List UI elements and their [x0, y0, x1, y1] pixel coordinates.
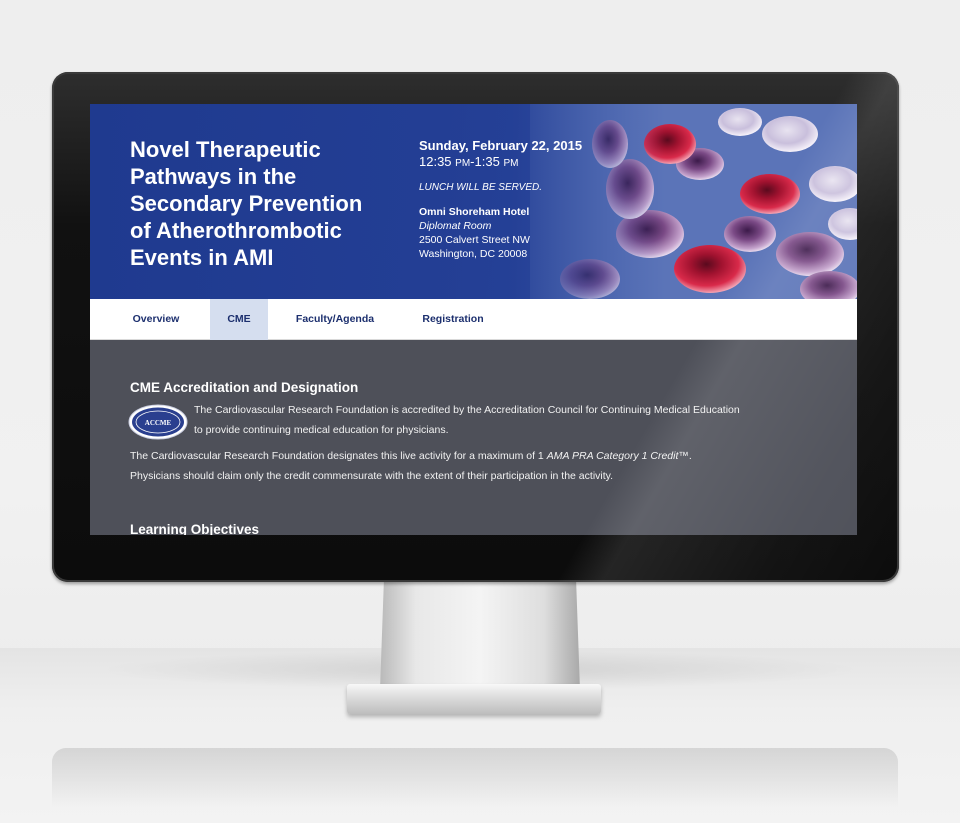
accreditation-line: to provide continuing medical education …	[194, 424, 449, 436]
event-time-end: 1:35	[474, 154, 500, 169]
lunch-note: LUNCH WILL BE SERVED.	[419, 182, 543, 193]
accme-logo-text: ACCME	[145, 419, 172, 427]
designation-post: ™.	[678, 450, 692, 462]
event-time: 12:35 PM-1:35 PM	[419, 154, 679, 172]
designation-line: The Cardiovascular Research Foundation d…	[130, 446, 692, 466]
accreditation-line: The Cardiovascular Research Foundation i…	[194, 404, 740, 416]
tab-overview[interactable]: Overview	[120, 299, 192, 340]
venue-name: Omni Shoreham Hotel	[419, 206, 530, 218]
monitor-reflection	[52, 748, 898, 808]
event-time-start: 12:35	[419, 154, 452, 169]
event-title-line: of Atherothrombotic	[130, 218, 342, 243]
monitor-stand-neck	[380, 578, 580, 690]
event-details: Sunday, February 22, 2015 12:35 PM-1:35 …	[419, 138, 679, 261]
event-title-line: Pathways in the	[130, 164, 297, 189]
cme-heading: CME Accreditation and Designation	[130, 380, 359, 395]
monitor-screen: Novel Therapeutic Pathways in the Second…	[90, 104, 857, 535]
event-title-line: Events in AMI	[130, 245, 274, 270]
designation-pre: The Cardiovascular Research Foundation d…	[130, 450, 547, 462]
venue-city: Washington, DC 20008	[419, 248, 528, 260]
designation-line: Physicians should claim only the credit …	[130, 470, 614, 482]
event-title-line: Secondary Prevention	[130, 191, 363, 216]
event-time-start-suffix: PM	[455, 158, 471, 169]
event-date: Sunday, February 22, 2015	[419, 138, 583, 153]
venue-street: 2500 Calvert Street NW	[419, 234, 530, 246]
credit-name: AMA PRA Category 1 Credit	[546, 450, 679, 462]
tab-faculty-agenda[interactable]: Faculty/Agenda	[284, 299, 386, 340]
venue-room: Diplomat Room	[419, 220, 492, 232]
main-nav: Overview CME Faculty/Agenda Registration	[90, 299, 857, 340]
event-title: Novel Therapeutic Pathways in the Second…	[130, 136, 400, 271]
tab-registration[interactable]: Registration	[408, 299, 498, 340]
cme-content: CME Accreditation and Designation ACCME …	[90, 340, 857, 535]
hero-banner: Novel Therapeutic Pathways in the Second…	[90, 104, 857, 299]
designation-text: The Cardiovascular Research Foundation d…	[130, 446, 692, 486]
accreditation-text: The Cardiovascular Research Foundation i…	[194, 400, 740, 440]
accme-logo-icon: ACCME	[128, 404, 188, 440]
monitor-stand-base	[347, 684, 601, 714]
event-time-end-suffix: PM	[503, 158, 519, 169]
event-title-line: Novel Therapeutic	[130, 137, 321, 162]
learning-objectives-heading: Learning Objectives	[130, 522, 260, 535]
tab-cme[interactable]: CME	[210, 299, 268, 340]
